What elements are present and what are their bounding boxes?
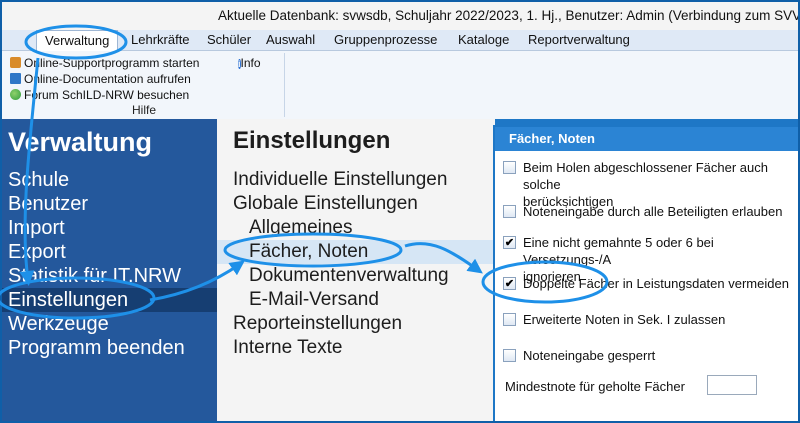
panel-title: Fächer, Noten [495, 127, 798, 151]
ribbon: Online-Supportprogramm starten Online-Do… [2, 51, 798, 119]
option-doppelte-faecher[interactable]: ✔ Doppelte Fächer in Leistungsdaten verm… [503, 275, 798, 292]
checkbox-noteneingabe-alle[interactable] [503, 205, 516, 218]
option-label: Beim Holen abgeschlossener Fächer auch s… [523, 160, 768, 192]
tree-item-email-versand[interactable]: E-Mail-Versand [217, 288, 495, 312]
option-label: Noteneingabe durch alle Beteiligten erla… [523, 204, 783, 219]
checkbox-noteneingabe-gesperrt[interactable] [503, 349, 516, 362]
left-navigation: Verwaltung Schule Benutzer Import Export… [2, 119, 217, 421]
mindestnote-label: Mindestnote für geholte Fächer [505, 379, 685, 394]
option-label: Noteneingabe gesperrt [523, 348, 656, 363]
checkbox-abgeschlossene-faecher[interactable] [503, 161, 516, 174]
settings-tree: Einstellungen Individuelle Einstellungen… [217, 119, 495, 421]
tree-heading: Einstellungen [233, 127, 391, 154]
checkbox-nicht-gemahnte[interactable]: ✔ [503, 236, 516, 249]
nav-item-benutzer[interactable]: Benutzer [2, 192, 217, 216]
support-program-label: Online-Supportprogramm starten [24, 56, 200, 70]
menu-verwaltung[interactable]: Verwaltung [36, 30, 119, 51]
option-label: Erweiterte Noten in Sek. I zulassen [523, 312, 726, 327]
online-documentation-button[interactable]: Online-Documentation aufrufen [10, 72, 191, 86]
title-bar: Aktuelle Datenbank: svwsdb, Schuljahr 20… [2, 2, 798, 30]
nav-item-export[interactable]: Export [2, 240, 217, 264]
tree-item-globale[interactable]: Globale Einstellungen [217, 192, 495, 216]
option-noteneingabe-alle[interactable]: Noteneingabe durch alle Beteiligten erla… [503, 203, 798, 220]
nav-item-statistik[interactable]: Statistik für IT.NRW [2, 264, 217, 288]
tree-item-dokumentenverwaltung[interactable]: Dokumentenverwaltung [217, 264, 495, 288]
forum-button[interactable]: Forum SchILD-NRW besuchen [10, 88, 189, 102]
nav-item-einstellungen[interactable]: Einstellungen [2, 288, 217, 312]
support-program-button[interactable]: Online-Supportprogramm starten [10, 56, 199, 70]
ribbon-group-hilfe: Online-Supportprogramm starten Online-Do… [4, 53, 285, 117]
info-button[interactable]: iInfo [238, 56, 261, 70]
option-label: Eine nicht gemahnte 5 oder 6 bei Versetz… [523, 235, 714, 267]
monitor-icon [10, 73, 21, 84]
menu-lehrkraefte[interactable]: Lehrkräfte [131, 32, 190, 47]
ribbon-group-label: Hilfe [131, 103, 156, 117]
nav-item-import[interactable]: Import [2, 216, 217, 240]
option-label: Doppelte Fächer in Leistungsdaten vermei… [523, 276, 789, 291]
settings-panel: Fächer, Noten Beim Holen abgeschlossener… [493, 125, 798, 421]
menu-reportverwaltung[interactable]: Reportverwaltung [528, 32, 630, 47]
option-erweiterte-noten[interactable]: Erweiterte Noten in Sek. I zulassen [503, 311, 798, 328]
tree-item-allgemeines[interactable]: Allgemeines [217, 216, 495, 240]
mindestnote-input[interactable] [707, 375, 757, 395]
checkbox-erweiterte-noten[interactable] [503, 313, 516, 326]
menu-kataloge[interactable]: Kataloge [458, 32, 509, 47]
nav-item-schule[interactable]: Schule [2, 168, 217, 192]
menu-bar: Verwaltung Lehrkräfte Schüler Auswahl Gr… [2, 30, 798, 51]
nav-heading: Verwaltung [8, 127, 153, 157]
tree-item-reporteinstellungen[interactable]: Reporteinstellungen [217, 312, 495, 336]
online-documentation-label: Online-Documentation aufrufen [24, 72, 191, 86]
app-window: Aktuelle Datenbank: svwsdb, Schuljahr 20… [2, 2, 798, 421]
menu-gruppenprozesse[interactable]: Gruppenprozesse [334, 32, 437, 47]
nav-item-werkzeuge[interactable]: Werkzeuge [2, 312, 217, 336]
puzzle-icon [10, 57, 21, 68]
tree-item-interne-texte[interactable]: Interne Texte [217, 336, 495, 360]
tree-item-faecher-noten[interactable]: Fächer, Noten [217, 240, 495, 264]
globe-icon [10, 89, 21, 100]
window-title: Aktuelle Datenbank: svwsdb, Schuljahr 20… [218, 8, 798, 23]
option-noteneingabe-gesperrt[interactable]: Noteneingabe gesperrt [503, 347, 798, 364]
nav-item-programm-beenden[interactable]: Programm beenden [2, 336, 217, 360]
forum-label: Forum SchILD-NRW besuchen [24, 88, 190, 102]
menu-auswahl[interactable]: Auswahl [266, 32, 315, 47]
info-label: Info [240, 56, 261, 70]
menu-schueler[interactable]: Schüler [207, 32, 251, 47]
checkbox-doppelte-faecher[interactable]: ✔ [503, 277, 516, 290]
tree-item-individuelle[interactable]: Individuelle Einstellungen [217, 168, 495, 192]
